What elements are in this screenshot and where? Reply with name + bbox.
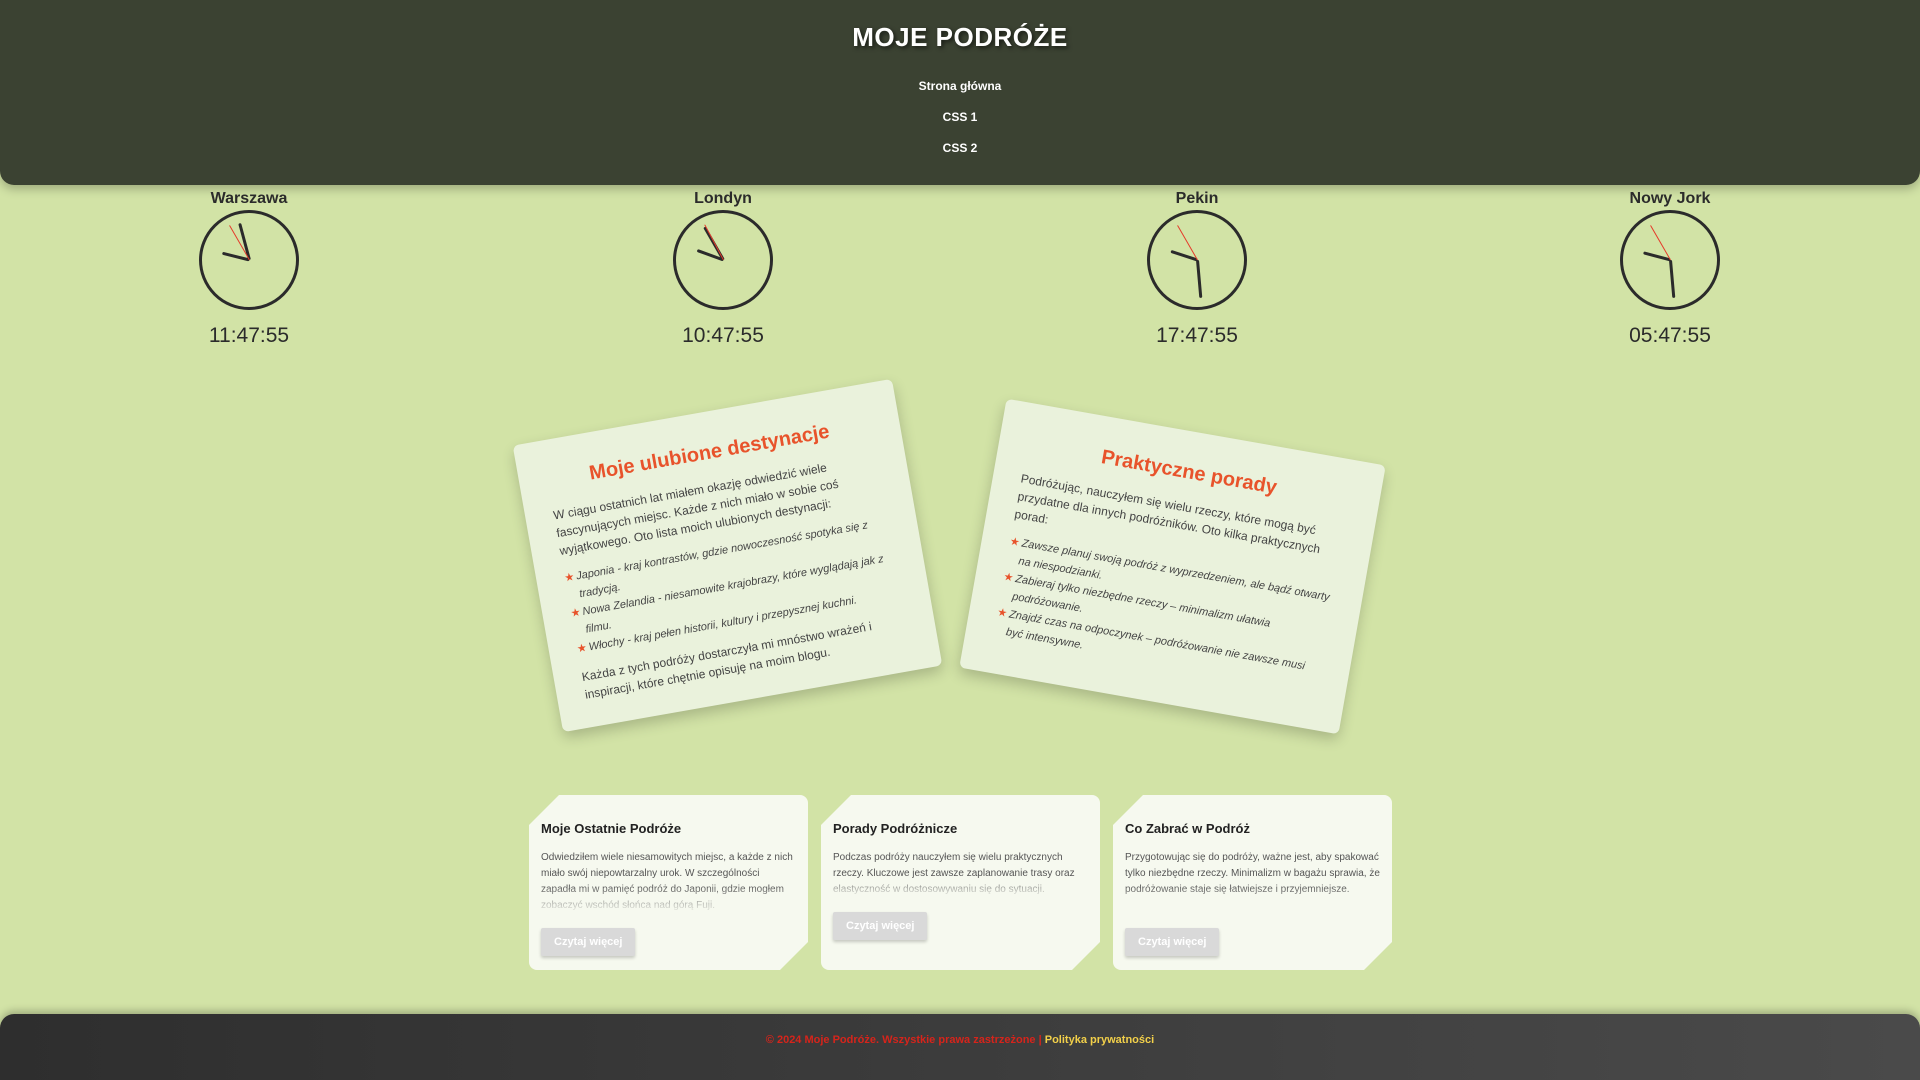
blog-card-travel-tips: Porady Podróżnicze Podczas podróży naucz… [821, 795, 1100, 970]
star-icon: ★ [1002, 570, 1015, 585]
privacy-policy-link[interactable]: Polityka prywatności [1045, 1034, 1154, 1046]
clock-nowy-jork: Nowy Jork 05:47:55 [1600, 190, 1740, 348]
minute-hand [1668, 259, 1675, 298]
clock-warszawa: Warszawa 11:47:55 [179, 190, 319, 348]
site-footer: © 2024 Moje Podróże. Wszystkie prawa zas… [0, 1014, 1920, 1080]
blog-card-title: Porady Podróżnicze [833, 821, 958, 836]
star-icon: ★ [996, 606, 1009, 620]
practical-tips-card: Praktyczne porady Podróżując, nauczyłem … [959, 398, 1386, 735]
clock-city: Warszawa [210, 190, 288, 207]
clock-city: Pekin [1175, 190, 1219, 207]
copyright-text: © 2024 Moje Podróże. Wszystkie prawa zas… [765, 1034, 1042, 1046]
blog-card-title: Co Zabrać w Podróż [1125, 821, 1250, 836]
clock-digital-time: 05:47:55 [1629, 324, 1711, 347]
clock-city: Londyn [694, 190, 752, 207]
clock-pekin: Pekin 17:47:55 [1127, 190, 1267, 348]
blog-card-title: Moje Ostatnie Podróże [541, 821, 682, 836]
nav-link-home[interactable]: Strona główna [0, 79, 1920, 110]
blog-card-excerpt: Odwiedziłem wiele niesamowitych miejsc, … [541, 852, 793, 911]
blog-card-packing: Co Zabrać w Podróż Przygotowując się do … [1113, 795, 1392, 970]
blog-card-recent-trips: Moje Ostatnie Podróże Odwiedziłem wiele … [529, 795, 808, 970]
read-more-button[interactable]: Czytaj więcej [833, 912, 927, 940]
star-icon: ★ [563, 571, 576, 585]
clock-digital-time: 17:47:55 [1156, 324, 1238, 347]
read-more-button[interactable]: Czytaj więcej [541, 928, 635, 956]
site-header: MOJE PODRÓŻE Strona główna CSS 1 CSS 2 [0, 0, 1920, 185]
star-icon: ★ [1008, 535, 1021, 550]
nav-link-css2[interactable]: CSS 2 [0, 141, 1920, 172]
nav-link-css1[interactable]: CSS 1 [0, 110, 1920, 141]
read-more-button[interactable]: Czytaj więcej [1125, 928, 1219, 956]
site-title: MOJE PODRÓŻE [852, 22, 1068, 52]
clock-city: Nowy Jork [1629, 190, 1711, 207]
clock-digital-time: 11:47:55 [208, 324, 290, 347]
star-icon: ★ [576, 641, 588, 656]
clock-londyn: Londyn 10:47:55 [653, 190, 793, 348]
blog-card-excerpt: Przygotowując się do podróży, ważne jest… [1125, 852, 1380, 895]
clock-face [1620, 210, 1720, 310]
star-icon: ★ [569, 606, 582, 621]
clock-digital-time: 10:47:55 [682, 324, 764, 347]
clock-face [199, 210, 299, 310]
main-nav: Strona główna CSS 1 CSS 2 [0, 79, 1920, 172]
clock-face [1147, 210, 1247, 310]
minute-hand [1195, 259, 1202, 298]
favorite-destinations-card: Moje ulubione destynacje W ciągu ostatni… [512, 378, 943, 733]
clock-face [673, 210, 773, 310]
blog-card-excerpt: Podczas podróży nauczyłem się wielu prak… [833, 852, 1075, 895]
